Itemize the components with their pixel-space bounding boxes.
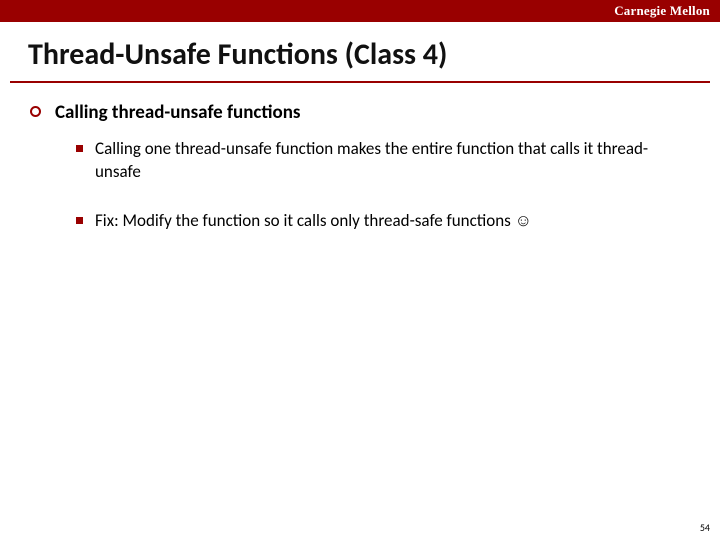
list-item: Fix: Modify the function so it calls onl… bbox=[76, 210, 690, 233]
sublist: Calling one thread-unsafe function makes… bbox=[30, 138, 690, 233]
square-bullet-icon bbox=[76, 145, 83, 152]
list-item-text: Calling one thread-unsafe function makes… bbox=[95, 138, 690, 184]
list-item: Calling one thread-unsafe function makes… bbox=[76, 138, 690, 184]
list-item-text: Calling thread-unsafe functions bbox=[55, 101, 300, 124]
brand-text: Carnegie Mellon bbox=[614, 3, 710, 19]
square-bullet-icon bbox=[76, 217, 83, 224]
list-item: Calling thread-unsafe functions bbox=[30, 101, 690, 124]
list-item-text: Fix: Modify the function so it calls onl… bbox=[95, 210, 542, 233]
slide-title: Thread-Unsafe Functions (Class 4) bbox=[0, 22, 720, 77]
ring-bullet-icon bbox=[30, 106, 41, 117]
slide-content: Calling thread-unsafe functions Calling … bbox=[0, 83, 720, 233]
page-number: 54 bbox=[700, 521, 710, 534]
header-bar: Carnegie Mellon bbox=[0, 0, 720, 22]
